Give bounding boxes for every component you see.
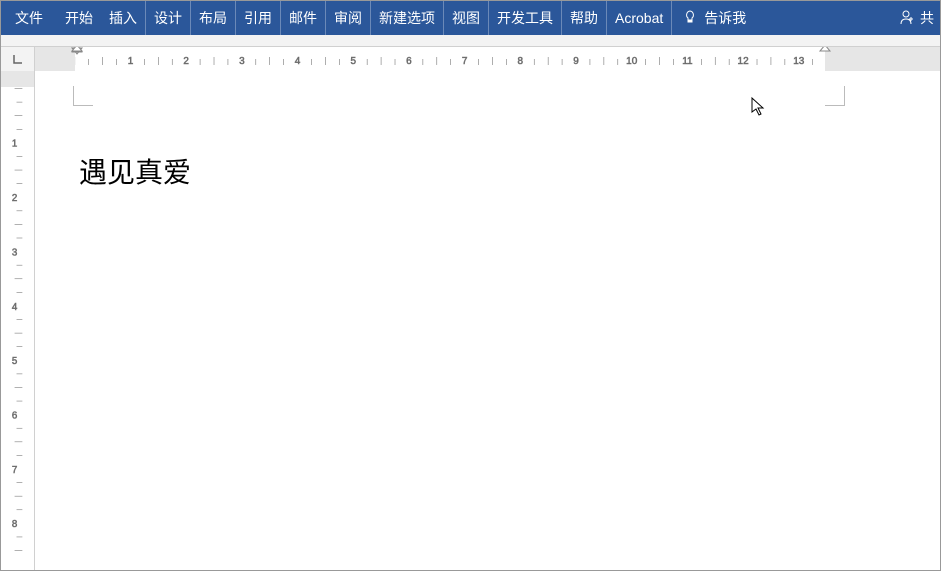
horizontal-ruler[interactable]: 1 2 3 4 5 6 7 8 9 10 11 [35,47,940,71]
tab-help[interactable]: 帮助 [562,1,607,35]
bulb-icon [682,9,698,28]
content-area: 1 2 3 4 5 6 7 8 遇见真爱 [1,71,940,570]
tab-view[interactable]: 视图 [444,1,489,35]
svg-text:5: 5 [350,56,356,67]
svg-text:3: 3 [239,56,245,67]
hanging-indent-marker[interactable] [71,47,100,71]
v-ruler-top-margin [1,71,34,87]
tab-file[interactable]: 文件 [1,1,57,35]
tab-insert[interactable]: 插入 [101,1,146,35]
tab-new-options[interactable]: 新建选项 [371,1,444,35]
cursor-icon [750,96,768,123]
tab-developer[interactable]: 开发工具 [489,1,562,35]
svg-text:12: 12 [738,56,750,67]
ribbon: 文件 开始 插入 设计 布局 引用 邮件 审阅 新建选项 视图 开发工具 帮助 … [1,1,940,35]
svg-text:9: 9 [573,56,579,67]
tell-me-label: 告诉我 [704,8,746,28]
tab-layout[interactable]: 布局 [191,1,236,35]
svg-text:7: 7 [462,56,468,67]
tab-acrobat[interactable]: Acrobat [607,1,672,35]
page-margin-corner-tl [73,86,93,106]
svg-text:8: 8 [12,519,17,530]
tab-mailings[interactable]: 邮件 [281,1,326,35]
svg-text:1: 1 [128,56,134,67]
tab-home[interactable]: 开始 [57,1,101,35]
tell-me[interactable]: 告诉我 [672,8,756,28]
tab-design[interactable]: 设计 [146,1,191,35]
tab-review[interactable]: 审阅 [326,1,371,35]
vertical-ruler[interactable]: 1 2 3 4 5 6 7 8 [1,71,35,570]
svg-text:1: 1 [12,139,17,150]
toolbar-strip [1,35,940,47]
svg-text:5: 5 [12,356,17,367]
share-label: 共 [920,8,934,28]
person-icon [898,8,916,29]
ruler-corner[interactable] [1,47,35,71]
share[interactable]: 共 [898,8,940,29]
svg-text:2: 2 [12,193,17,204]
svg-text:2: 2 [183,56,189,67]
right-indent-marker[interactable] [819,47,848,71]
svg-text:10: 10 [626,56,638,67]
svg-text:7: 7 [12,465,17,476]
document-page[interactable]: 遇见真爱 [35,71,940,570]
svg-text:6: 6 [12,411,17,422]
tab-references[interactable]: 引用 [236,1,281,35]
h-ruler-left-margin [35,47,75,71]
svg-text:8: 8 [518,56,524,67]
svg-text:4: 4 [12,302,18,313]
svg-text:13: 13 [793,56,805,67]
svg-text:6: 6 [406,56,412,67]
ruler-area: 1 2 3 4 5 6 7 8 9 10 11 [1,47,940,71]
document-text[interactable]: 遇见真爱 [79,151,191,191]
page-margin-corner-tr [825,86,845,106]
svg-text:3: 3 [12,247,17,258]
svg-text:4: 4 [295,56,301,67]
svg-text:11: 11 [682,56,693,67]
